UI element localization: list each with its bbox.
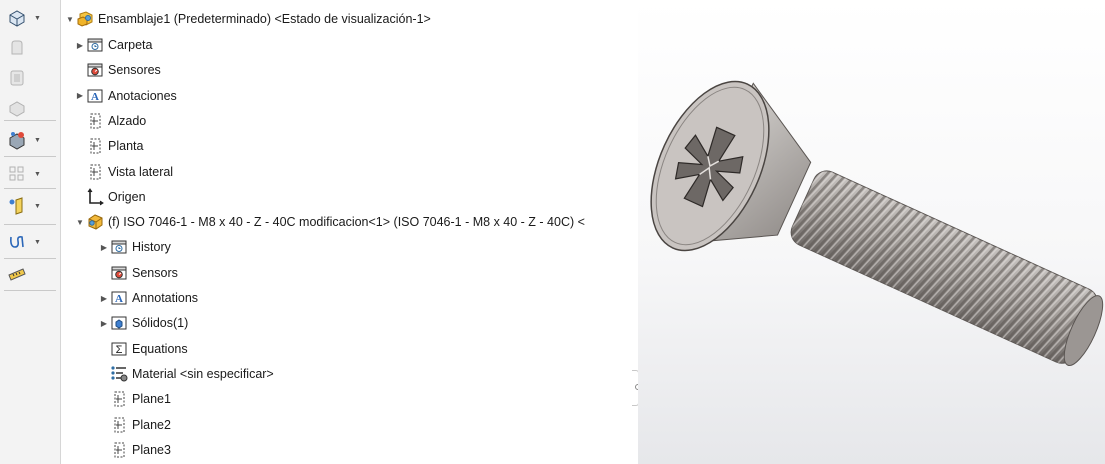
solid-bodies-icon [109, 313, 129, 333]
tree-item-label: Planta [108, 139, 144, 154]
tree-item[interactable]: ▶ Carpeta [75, 34, 153, 56]
expand-arrow-icon[interactable]: ▶ [99, 243, 109, 252]
tree-item-label: Vista lateral [108, 164, 174, 179]
heads-up-toolbar: ▼ ▼ ▼ ▼ ▼ [0, 0, 61, 464]
toolbar-separator [4, 156, 56, 157]
hide-show-components-icon [6, 67, 28, 89]
tree-item[interactable]: Sensores [75, 59, 161, 81]
dropdown-arrow-icon[interactable]: ▼ [34, 203, 41, 210]
reference-geometry-icon [6, 195, 28, 217]
tree-item[interactable]: ▼ (f) ISO 7046-1 - M8 x 40 - Z - 40C modi… [75, 211, 585, 233]
tree-item-label: Sensors [132, 265, 178, 280]
tree-item[interactable]: Plane2 [99, 414, 171, 436]
tree-item-label: Plane1 [132, 392, 171, 407]
toolbar-button-hide-show-components[interactable] [6, 66, 54, 90]
tree-item[interactable]: Origen [75, 186, 146, 208]
sensors-icon [85, 60, 105, 80]
graphics-area[interactable] [638, 0, 1105, 464]
toolbar-button-edit-component[interactable] [6, 36, 54, 60]
appearance-icon [6, 97, 28, 119]
tree-item[interactable]: Plane3 [99, 439, 171, 461]
toolbar-button-appearance[interactable] [6, 96, 54, 120]
tree-root-assembly[interactable]: ▼ Ensamblaje1 (Predeterminado) <Estado d… [65, 8, 431, 30]
assembly-icon [75, 9, 95, 29]
tree-item-label: Equations [132, 341, 188, 356]
dropdown-arrow-icon[interactable]: ▼ [34, 239, 41, 246]
sensors-icon [109, 263, 129, 283]
equations-icon: Σ [109, 339, 129, 359]
collapse-arrow-icon[interactable]: ▼ [65, 15, 75, 24]
toolbar-separator [4, 224, 56, 225]
expand-arrow-icon[interactable]: ▶ [99, 294, 109, 303]
plane-icon [85, 162, 105, 182]
tree-item-label: Sensores [108, 63, 161, 78]
tree-item[interactable]: Sensors [99, 262, 178, 284]
annotations-icon: A [85, 86, 105, 106]
plane-icon [109, 389, 129, 409]
toolbar-separator [4, 188, 56, 189]
tree-item[interactable]: ▶ A Annotations [99, 287, 198, 309]
tree-item-label: Origen [108, 189, 146, 204]
origin-icon [85, 187, 105, 207]
toolbar-button-display-style[interactable]: ▼ [6, 128, 54, 152]
tree-item[interactable]: Alzado [75, 110, 146, 132]
dropdown-arrow-icon[interactable]: ▼ [34, 171, 41, 178]
toolbar-button-curves[interactable]: ▼ [6, 230, 54, 254]
linear-pattern-icon [6, 163, 28, 185]
tree-root-label: Ensamblaje1 (Predeterminado) <Estado de … [98, 12, 431, 26]
expand-arrow-icon[interactable]: ▶ [75, 91, 85, 100]
tree-item[interactable]: ▶ History [99, 236, 171, 258]
tree-item-label: Carpeta [108, 38, 153, 52]
plane-icon [109, 440, 129, 460]
svg-text:A: A [91, 91, 99, 103]
history-folder-icon [109, 237, 129, 257]
toolbar-button-reference-geometry[interactable]: ▼ [6, 194, 54, 218]
screw-model[interactable] [638, 0, 1105, 464]
expand-arrow-icon[interactable]: ▶ [99, 319, 109, 328]
toolbar-separator [4, 120, 56, 121]
edit-component-icon [6, 37, 28, 59]
feature-manager-tree: ▼ Ensamblaje1 (Predeterminado) <Estado d… [61, 0, 632, 464]
tree-item[interactable]: Vista lateral [75, 161, 173, 183]
expand-arrow-icon[interactable]: ▶ [75, 41, 85, 50]
curves-icon [6, 231, 28, 253]
material-icon [109, 364, 129, 384]
tree-item-label: History [132, 240, 171, 255]
dropdown-arrow-icon[interactable]: ▼ [34, 137, 41, 144]
collapse-arrow-icon[interactable]: ▼ [75, 218, 85, 227]
history-folder-icon [85, 35, 105, 55]
part-icon [85, 212, 105, 232]
plane-icon [109, 415, 129, 435]
tree-item[interactable]: Planta [75, 135, 143, 157]
toolbar-button-linear-pattern[interactable]: ▼ [6, 162, 54, 186]
tree-item[interactable]: Material <sin especificar> [99, 363, 274, 385]
tree-item-label: Alzado [108, 113, 147, 128]
measure-icon [6, 265, 28, 287]
plane-icon [85, 111, 105, 131]
tree-item-label: Plane3 [132, 442, 171, 457]
tree-item-label: Annotations [132, 291, 199, 305]
tree-item-label: (f) ISO 7046-1 - M8 x 40 - Z - 40C modif… [108, 215, 585, 230]
view-orientation-icon [6, 7, 28, 29]
tree-item[interactable]: Σ Equations [99, 338, 188, 360]
svg-text:A: A [115, 293, 123, 305]
tree-item-label: Anotaciones [108, 88, 177, 103]
display-style-icon [6, 129, 28, 151]
tree-item-label: Plane2 [132, 417, 171, 432]
toolbar-separator [4, 290, 56, 291]
toolbar-separator [4, 258, 56, 259]
annotations-icon: A [109, 288, 129, 308]
dropdown-arrow-icon[interactable]: ▼ [34, 15, 41, 22]
tree-item[interactable]: Plane1 [99, 388, 171, 410]
tree-item-label: Material <sin especificar> [132, 366, 274, 381]
plane-icon [85, 136, 105, 156]
tree-item[interactable]: ▶ Sólidos(1) [99, 312, 188, 334]
tree-item[interactable]: ▶ A Anotaciones [75, 85, 177, 107]
svg-text:Σ: Σ [116, 344, 123, 356]
toolbar-button-measure[interactable] [6, 264, 54, 288]
tree-item-label: Sólidos(1) [132, 316, 189, 331]
toolbar-button-view-orientation[interactable]: ▼ [6, 6, 54, 30]
